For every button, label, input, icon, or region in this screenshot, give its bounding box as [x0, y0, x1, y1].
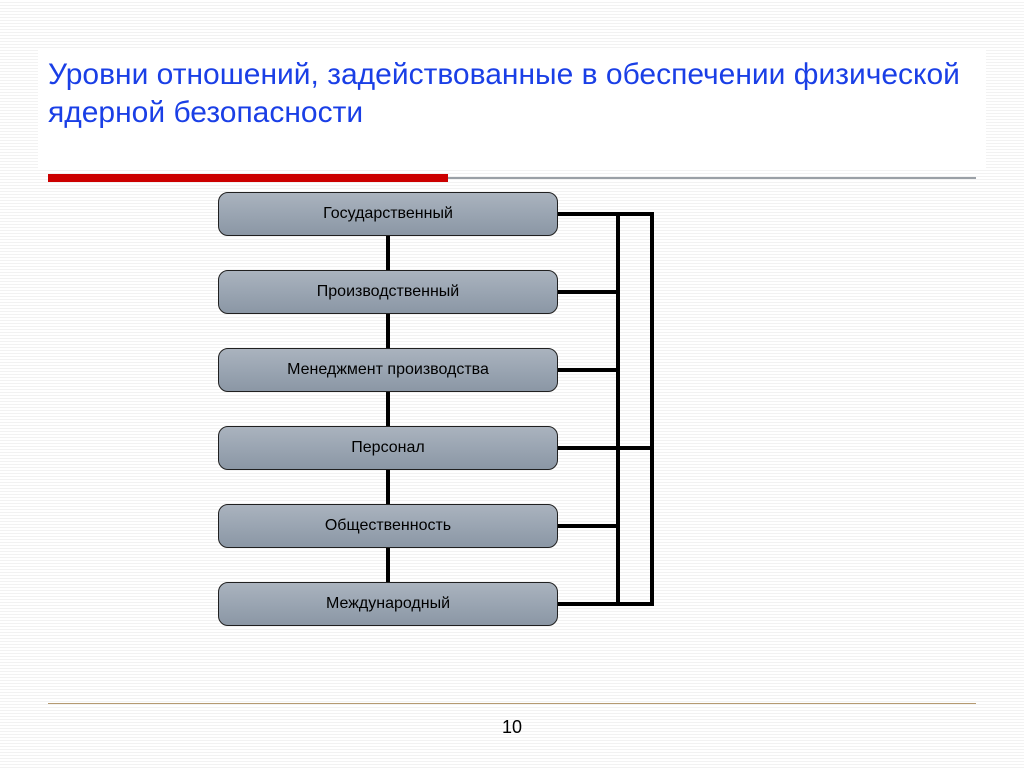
page-number: 10	[0, 717, 1024, 738]
spine-segment	[386, 314, 390, 348]
bus-vertical-far	[650, 214, 654, 604]
bus-stub	[558, 290, 620, 294]
level-box-management: Менеджмент производства	[218, 348, 558, 392]
bus-stub	[558, 212, 654, 216]
spine-segment	[386, 548, 390, 582]
level-label: Общественность	[325, 517, 451, 535]
title-underline-grey	[448, 177, 976, 179]
slide-title: Уровни отношений, задействованные в обес…	[48, 56, 964, 131]
spine-segment	[386, 392, 390, 426]
bus-stub	[558, 446, 654, 450]
spine-segment	[386, 236, 390, 270]
level-box-state: Государственный	[218, 192, 558, 236]
level-label: Менеджмент производства	[287, 361, 489, 379]
bus-stub	[558, 602, 654, 606]
level-label: Международный	[326, 595, 450, 613]
bus-stub	[558, 524, 620, 528]
level-box-public: Общественность	[218, 504, 558, 548]
level-label: Производственный	[317, 283, 459, 301]
bus-stub	[558, 368, 620, 372]
title-underline-red	[48, 174, 448, 182]
level-box-production: Производственный	[218, 270, 558, 314]
level-label: Персонал	[351, 439, 424, 457]
footer-rule	[48, 703, 976, 704]
spine-segment	[386, 470, 390, 504]
levels-diagram: Государственный Производственный Менеджм…	[0, 192, 1024, 652]
level-box-international: Международный	[218, 582, 558, 626]
bus-vertical-near	[616, 214, 620, 604]
level-label: Государственный	[323, 205, 453, 223]
level-box-personnel: Персонал	[218, 426, 558, 470]
